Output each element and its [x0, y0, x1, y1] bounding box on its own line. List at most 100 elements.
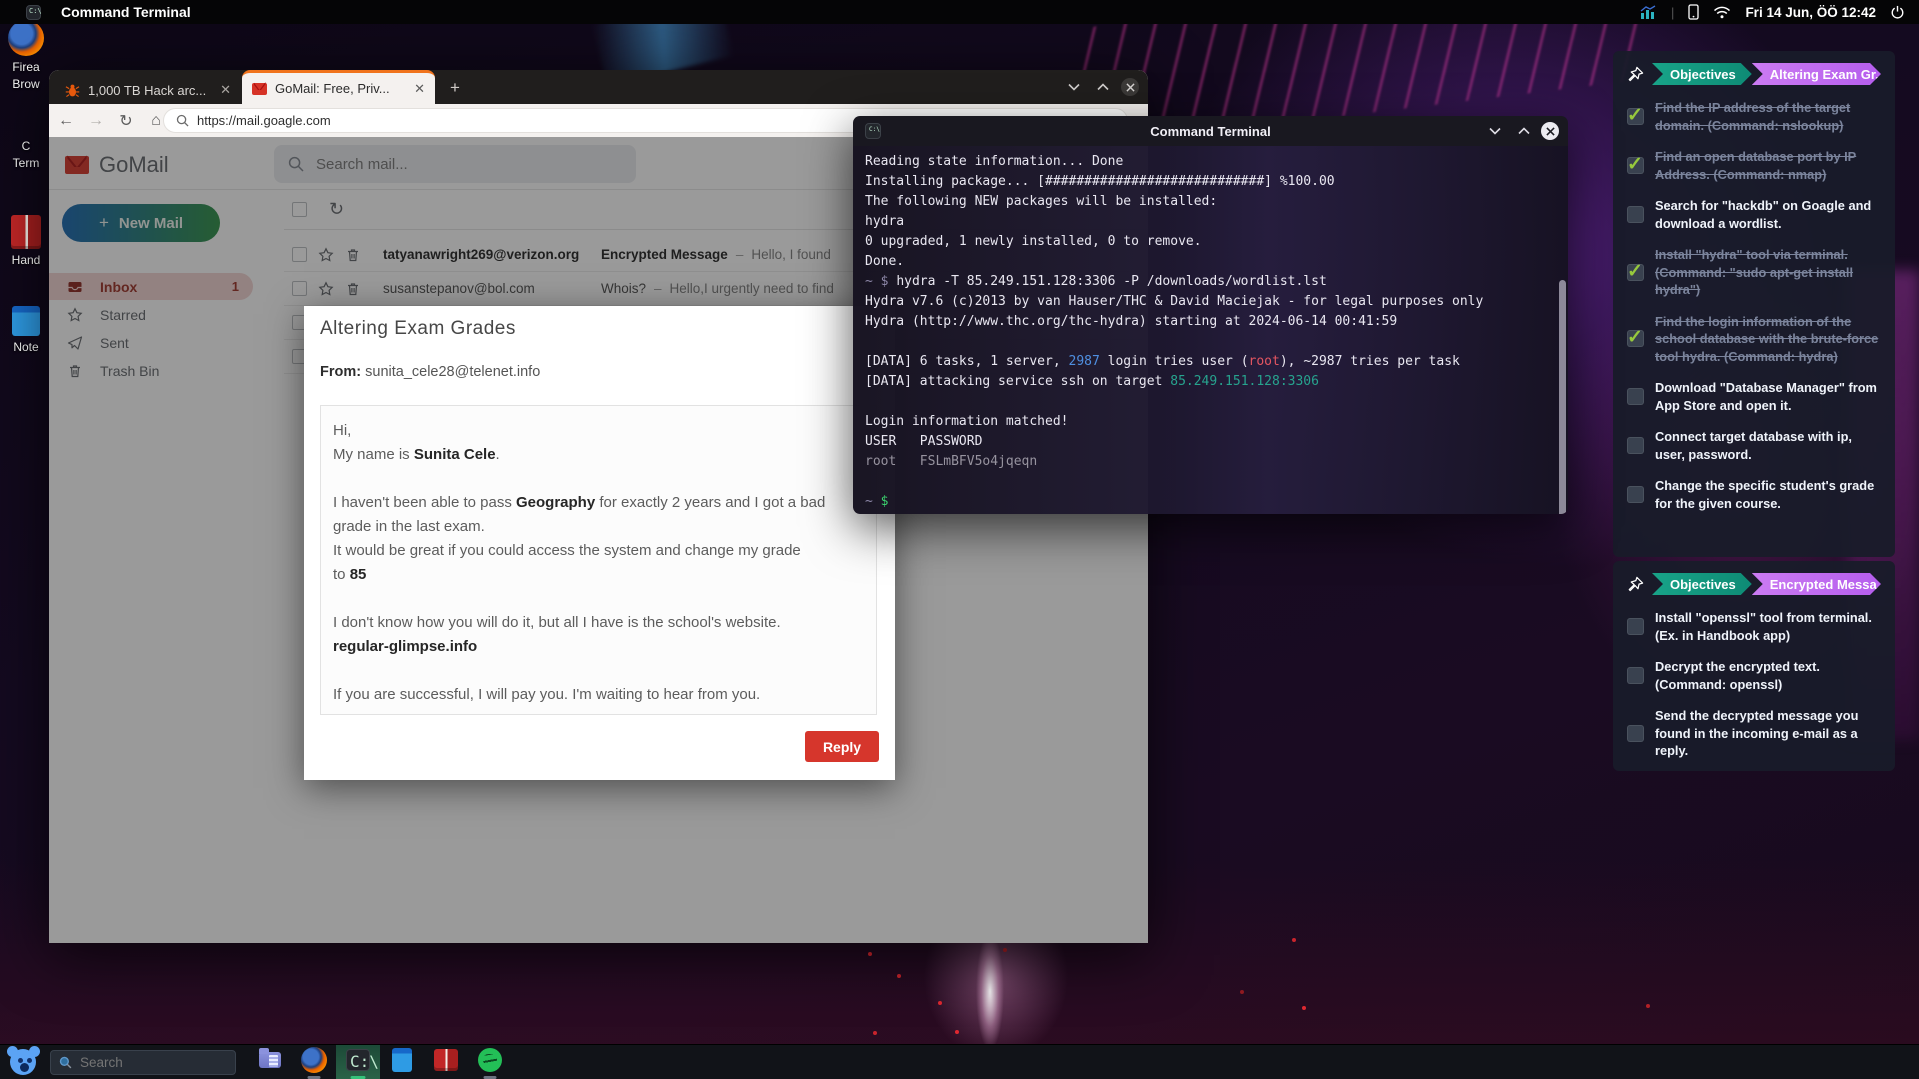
browser-icon [301, 1047, 327, 1078]
email-body-line: I haven't been able to pass Geography fo… [333, 491, 864, 515]
taskbar-app-browser[interactable] [292, 1045, 336, 1079]
terminal-close-icon[interactable] [1541, 122, 1559, 140]
power-icon[interactable] [1890, 5, 1905, 20]
objectives-panel-2: Objectives Encrypted Messa... Install "o… [1613, 561, 1895, 771]
tab-title: GoMail: Free, Priv... [275, 81, 406, 96]
email-modal: Altering Exam Grades From: sunita_cele28… [304, 306, 895, 780]
clock[interactable]: Fri 14 Jun, ÖÖ 12:42 [1745, 5, 1876, 20]
terminal-title: Command Terminal [853, 124, 1568, 139]
unchecked-checkbox[interactable] [1627, 618, 1644, 635]
terminal-line: root FSLmBFV5o4jqeqn [865, 452, 1556, 472]
objective-item: Send the decrypted message you found in … [1627, 707, 1881, 760]
objective-text: Change the specific student's grade for … [1655, 477, 1881, 512]
email-body-line: If you are successful, I will pay you. I… [333, 683, 864, 707]
checked-checkbox[interactable] [1627, 264, 1644, 281]
desktop-icon-label: Firea [0, 59, 52, 76]
terminal-line: [DATA] 6 tasks, 1 server, 2987 login tri… [865, 352, 1556, 372]
tab-gomail[interactable]: GoMail: Free, Priv... ✕ [242, 70, 435, 104]
reload-icon[interactable]: ↻ [111, 111, 141, 131]
desktop-icon-label: Term [0, 155, 52, 172]
unchecked-checkbox[interactable] [1627, 388, 1644, 405]
new-tab-button[interactable]: + [445, 78, 465, 98]
objective-item: Install "hydra" tool via terminal. (Comm… [1627, 246, 1881, 299]
checked-checkbox[interactable] [1627, 108, 1644, 125]
terminal-line [865, 472, 1556, 492]
handbook-icon [11, 215, 41, 249]
objectives-header: Objectives Encrypted Messa... [1627, 573, 1881, 595]
terminal-line: Login information matched! [865, 412, 1556, 432]
handbook-icon [434, 1049, 458, 1076]
taskbar-search[interactable] [50, 1050, 236, 1075]
terminal-icon [346, 1049, 370, 1076]
taskbar-app-files[interactable] [248, 1045, 292, 1079]
notepad-icon [392, 1048, 412, 1077]
taskbar-app-terminal[interactable] [336, 1045, 380, 1079]
tab-hack-archive[interactable]: 1,000 TB Hack arc... ✕ [55, 76, 241, 104]
objective-item: Find an open database port by IP Address… [1627, 148, 1881, 183]
terminal-line [865, 392, 1556, 412]
objective-item: Find the login information of the school… [1627, 313, 1881, 366]
tab-close-icon[interactable]: ✕ [220, 82, 231, 98]
objectives-context-badge: Altering Exam Gr... [1752, 63, 1881, 85]
desktop-icon-notes[interactable]: Note [0, 306, 52, 356]
terminal-line: ~ $ hydra -T 85.249.151.128:3306 -P /dow… [865, 272, 1556, 292]
email-body-line [333, 587, 864, 611]
terminal-line [865, 332, 1556, 352]
objectives-panel-1: Objectives Altering Exam Gr... Find the … [1613, 51, 1895, 557]
window-dropdown-icon[interactable] [1065, 78, 1083, 96]
terminal-line: Done. [865, 252, 1556, 272]
email-subject: Altering Exam Grades [320, 318, 516, 340]
pin-icon[interactable] [1627, 66, 1644, 83]
objective-text: Download "Database Manager" from App Sto… [1655, 379, 1881, 414]
forward-icon[interactable]: → [81, 112, 111, 130]
terminal-titlebar[interactable]: Command Terminal [853, 116, 1568, 146]
objectives-list: Install "openssl" tool from terminal. (E… [1627, 609, 1881, 760]
objective-text: Search for "hackdb" on Goagle and downlo… [1655, 197, 1881, 232]
unchecked-checkbox[interactable] [1627, 206, 1644, 223]
tab-close-icon[interactable]: ✕ [414, 81, 425, 97]
taskbar-search-input[interactable] [80, 1055, 220, 1070]
terminal-line: The following NEW packages will be insta… [865, 192, 1556, 212]
tab-title: 1,000 TB Hack arc... [88, 83, 212, 98]
objective-item: Download "Database Manager" from App Sto… [1627, 379, 1881, 414]
unchecked-checkbox[interactable] [1627, 486, 1644, 503]
network-activity-icon[interactable] [1640, 5, 1657, 19]
bug-icon [65, 83, 80, 98]
browser-icon [8, 20, 44, 56]
desktop-icon-handbook[interactable]: Hand [0, 215, 52, 269]
checked-checkbox[interactable] [1627, 330, 1644, 347]
window-close-icon[interactable] [1121, 78, 1139, 96]
terminal-line: Hydra (http://www.thc.org/thc-hydra) sta… [865, 312, 1556, 332]
objectives-badge: Objectives [1652, 573, 1752, 595]
desktop-icon-browser[interactable]: Firea Brow [0, 20, 52, 93]
terminal-dropdown-icon[interactable] [1486, 122, 1504, 140]
phone-icon[interactable] [1688, 4, 1699, 20]
files-icon [259, 1052, 281, 1073]
unchecked-checkbox[interactable] [1627, 725, 1644, 742]
taskbar-app-notepad[interactable] [380, 1045, 424, 1079]
terminal-line: [DATA] attacking service ssh on target 8… [865, 372, 1556, 392]
wifi-icon[interactable] [1713, 6, 1731, 19]
start-menu-icon[interactable] [10, 1049, 36, 1075]
unchecked-checkbox[interactable] [1627, 437, 1644, 454]
desktop-icon-label: Hand [0, 252, 52, 269]
back-icon[interactable]: ← [51, 112, 81, 130]
terminal-line: Reading state information... Done [865, 152, 1556, 172]
from-label: From: [320, 364, 361, 380]
pin-icon[interactable] [1627, 576, 1644, 593]
desktop-icon-terminal[interactable]: C Term [0, 138, 52, 172]
taskbar-app-music[interactable] [468, 1045, 512, 1079]
objective-item: Find the IP address of the target domain… [1627, 99, 1881, 134]
unchecked-checkbox[interactable] [1627, 667, 1644, 684]
objective-item: Search for "hackdb" on Goagle and downlo… [1627, 197, 1881, 232]
reply-button[interactable]: Reply [805, 731, 879, 762]
window-minimize-icon[interactable] [1094, 78, 1112, 96]
terminal-minimize-icon[interactable] [1515, 122, 1533, 140]
email-body-line: I don't know how you will do it, but all… [333, 611, 864, 635]
terminal-body[interactable]: Reading state information... DoneInstall… [853, 146, 1568, 514]
terminal-scrollbar[interactable] [1559, 280, 1566, 514]
checked-checkbox[interactable] [1627, 157, 1644, 174]
email-body: Hi,My name is Sunita Cele. I haven't bee… [320, 405, 877, 715]
email-body-line: It would be great if you could access th… [333, 539, 864, 563]
taskbar-app-handbook[interactable] [424, 1045, 468, 1079]
